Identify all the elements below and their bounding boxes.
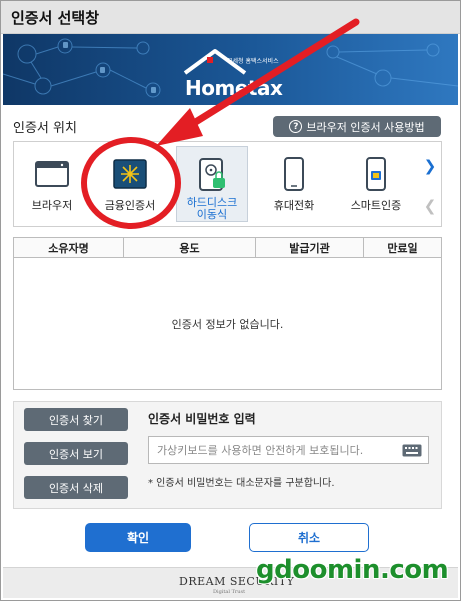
hometax-banner: 국세청 홈택스서비스 Hometax <box>3 34 458 105</box>
view-cert-button[interactable]: 인증서 보기 <box>24 442 128 465</box>
find-cert-button[interactable]: 인증서 찾기 <box>24 408 128 431</box>
certificate-dialog: 인증서 선택창 국세청 홈택스서비스 Hometax 인증서 위치 ? 브라우저… <box>0 0 461 601</box>
mobile-phone-icon <box>284 157 304 191</box>
window-title: 인증서 선택창 <box>11 8 100 27</box>
storage-browser[interactable]: 브라우저 <box>16 146 88 222</box>
password-panel: 인증서 찾기 인증서 보기 인증서 삭제 인증서 비밀번호 입력 가상키보드를 … <box>13 401 442 509</box>
harddisk-icon <box>199 157 225 191</box>
password-field[interactable]: 가상키보드를 사용하면 안전하게 보호됩니다. <box>148 436 429 464</box>
storage-smart-cert[interactable]: 스마트인증 <box>340 146 412 222</box>
titlebar[interactable]: 인증서 선택창 <box>1 1 460 34</box>
password-note: * 인증서 비밀번호는 대소문자를 구분합니다. <box>148 478 335 489</box>
storage-smart-cert-label: 스마트인증 <box>350 199 402 212</box>
certificate-table: 소유자명 용도 발급기관 만료일 인증서 정보가 없습니다. <box>13 237 442 390</box>
delete-cert-button[interactable]: 인증서 삭제 <box>24 476 128 499</box>
storage-mobile-phone[interactable]: 휴대전화 <box>258 146 330 222</box>
chevron-right-icon: ❯ <box>423 157 437 175</box>
cancel-button[interactable]: 취소 <box>249 523 369 552</box>
harddisk-label-line2: 이동식 <box>196 208 228 221</box>
chevron-left-icon: ❮ <box>423 197 437 215</box>
storage-financial-cert[interactable]: 금융인증서 <box>94 146 166 222</box>
storage-financial-cert-label: 금융인증서 <box>104 199 156 212</box>
logo-subtitle: 국세청 홈택스서비스 <box>227 58 279 65</box>
help-button-label: 브라우저 인증서 사용방법 <box>306 120 425 134</box>
storage-harddisk-label: 하드디스크 이동식 <box>187 197 238 221</box>
column-usage[interactable]: 용도 <box>124 238 256 257</box>
table-header: 소유자명 용도 발급기관 만료일 <box>14 238 441 258</box>
storage-mobile-phone-label: 휴대전화 <box>273 199 315 212</box>
virtual-keyboard-icon[interactable] <box>400 444 424 457</box>
financial-cert-icon <box>113 159 147 189</box>
scroll-left-button[interactable]: ❮ <box>419 186 441 226</box>
column-issuer[interactable]: 발급기관 <box>256 238 364 257</box>
storage-browser-label: 브라우저 <box>31 199 73 212</box>
browser-icon <box>35 161 69 187</box>
watermark: gdoomin.com <box>256 555 449 585</box>
browser-cert-help-button[interactable]: ? 브라우저 인증서 사용방법 <box>273 116 441 137</box>
scroll-right-button[interactable]: ❯ <box>419 146 441 186</box>
column-expiry[interactable]: 만료일 <box>364 238 441 257</box>
vendor-tagline: Digital Trust <box>213 589 246 595</box>
storage-harddisk[interactable]: 하드디스크 이동식 <box>176 146 248 222</box>
cert-location-label: 인증서 위치 <box>13 121 77 136</box>
question-icon: ? <box>289 120 303 133</box>
password-label: 인증서 비밀번호 입력 <box>148 412 256 426</box>
storage-selector: 브라우저 금융인증서 하드디스크 이동식 휴대전화 스마트인증 ❯ ❮ <box>13 141 442 227</box>
hometax-logo-text: Hometax <box>185 76 283 100</box>
smart-cert-icon <box>366 157 386 191</box>
column-owner[interactable]: 소유자명 <box>14 238 124 257</box>
ok-button[interactable]: 확인 <box>85 523 191 552</box>
empty-table-message: 인증서 정보가 없습니다. <box>171 318 284 331</box>
password-placeholder: 가상키보드를 사용하면 안전하게 보호됩니다. <box>157 444 364 457</box>
